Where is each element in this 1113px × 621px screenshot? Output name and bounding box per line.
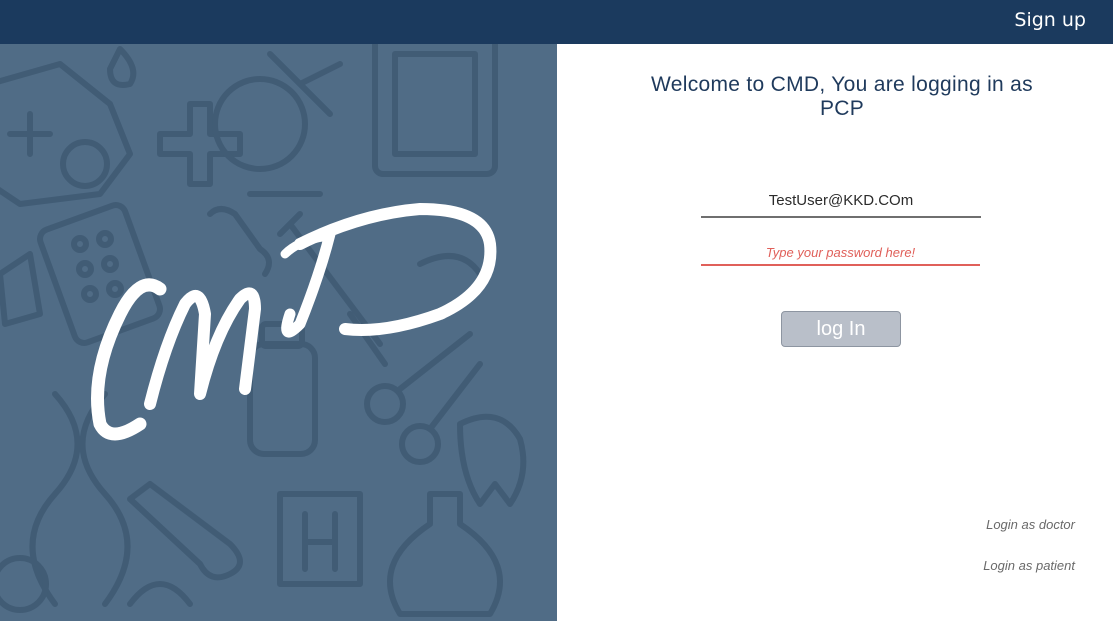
login-button[interactable]: log In — [781, 311, 901, 347]
login-as-doctor-link[interactable]: Login as doctor — [986, 517, 1075, 532]
top-nav-bar: Sign up — [0, 0, 1113, 44]
signup-link[interactable]: Sign up — [1014, 9, 1086, 31]
login-as-patient-link[interactable]: Login as patient — [983, 558, 1075, 573]
welcome-heading: Welcome to CMD, You are logging in as PC… — [651, 73, 1033, 120]
email-field[interactable] — [701, 184, 981, 218]
password-field[interactable] — [701, 240, 980, 266]
cmd-logo — [91, 203, 497, 441]
brand-panel — [0, 44, 557, 621]
login-panel: Welcome to CMD, You are logging in as PC… — [557, 44, 1113, 621]
